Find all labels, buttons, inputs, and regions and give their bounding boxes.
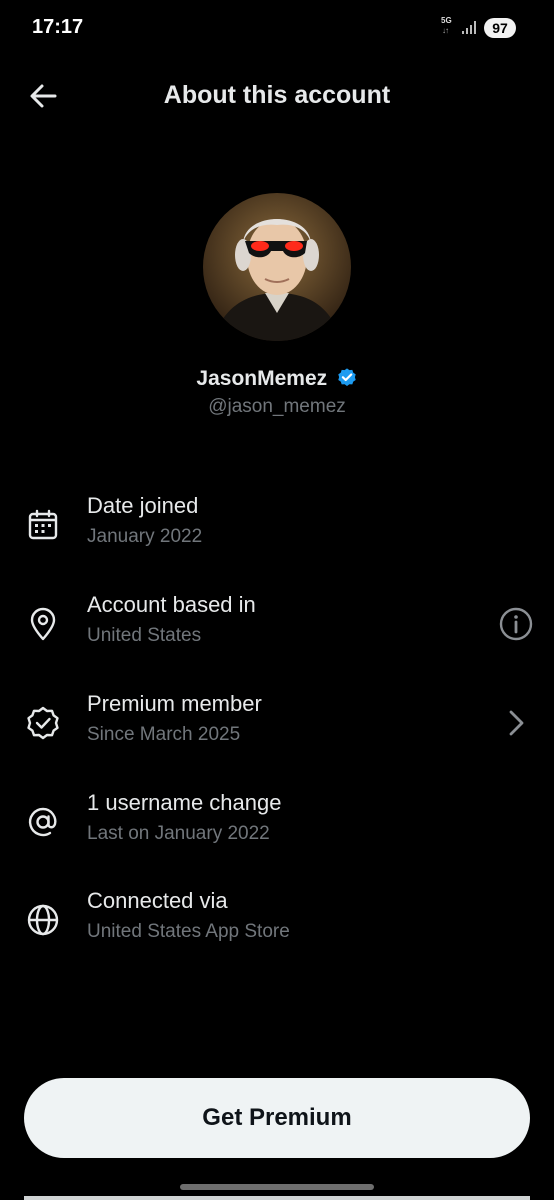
- row-subtitle: Since March 2025: [87, 724, 241, 745]
- data-arrows-icon: ↓↑: [442, 26, 449, 35]
- row-title: Date joined: [87, 493, 199, 518]
- row-subtitle: United States: [87, 625, 202, 646]
- chevron-right-icon[interactable]: [498, 705, 534, 741]
- next-button-edge: [24, 1196, 530, 1200]
- location-pin-icon: [30, 607, 56, 641]
- row-date-joined: Date joined January 2022: [0, 490, 554, 566]
- at-sign-icon: [28, 807, 57, 837]
- row-subtitle: United States App Store: [87, 921, 290, 942]
- header: About this account: [0, 64, 554, 128]
- home-indicator[interactable]: [180, 1184, 374, 1190]
- network-indicator: 5G ↓↑: [440, 16, 460, 40]
- display-name: JasonMemez: [196, 367, 328, 390]
- verified-badge-icon: [27, 706, 59, 740]
- row-title: Connected via: [87, 888, 228, 913]
- network-type: 5G: [441, 16, 452, 25]
- row-title: Premium member: [87, 691, 262, 716]
- status-time: 17:17: [32, 16, 84, 38]
- avatar-image: [203, 193, 351, 341]
- status-bar: 17:17 5G ↓↑ 97: [0, 0, 554, 56]
- row-username-change: 1 username change Last on January 2022: [0, 787, 554, 863]
- display-name-row: JasonMemez: [0, 367, 554, 391]
- row-subtitle: January 2022: [87, 526, 203, 547]
- avatar[interactable]: [203, 193, 351, 341]
- verified-badge-icon: [337, 367, 356, 386]
- row-premium-member[interactable]: Premium member Since March 2025: [0, 688, 554, 764]
- battery-indicator: 97: [484, 18, 516, 38]
- handle: @jason_memez: [208, 396, 346, 417]
- info-icon[interactable]: [498, 606, 534, 642]
- signal-icon: [462, 20, 478, 34]
- calendar-icon: [28, 509, 58, 540]
- row-subtitle: Last on January 2022: [87, 823, 270, 844]
- row-title: Account based in: [87, 592, 256, 617]
- globe-icon: [27, 904, 59, 936]
- row-title: 1 username change: [87, 790, 282, 815]
- row-account-based-in: Account based in United States: [0, 589, 554, 665]
- about-account-screen: 17:17 5G ↓↑ 97 About this account JasonM…: [0, 0, 554, 1200]
- get-premium-button[interactable]: Get Premium: [24, 1078, 530, 1158]
- row-connected-via: Connected via United States App Store: [0, 885, 554, 961]
- page-title: About this account: [163, 81, 391, 109]
